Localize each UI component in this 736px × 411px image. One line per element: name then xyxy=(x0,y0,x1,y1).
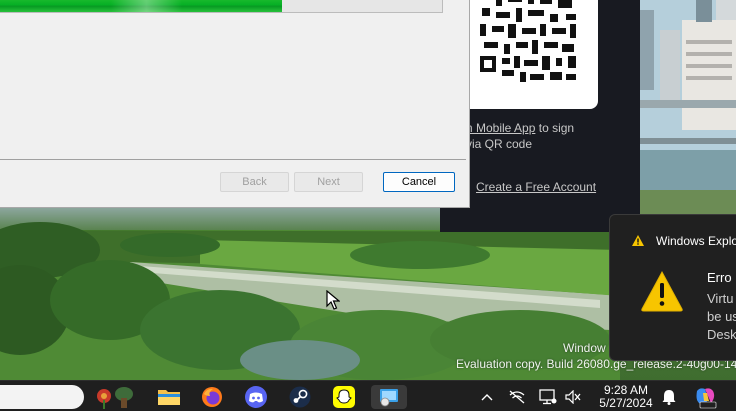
speaker-muted-icon xyxy=(565,390,581,404)
back-button[interactable]: Back xyxy=(220,172,289,192)
tray-display-icon[interactable] xyxy=(539,389,557,405)
windows-watermark: Window xyxy=(563,341,606,355)
taskbar-search-box[interactable] xyxy=(0,385,84,409)
chevron-up-icon xyxy=(481,394,493,401)
taskbar-firefox[interactable] xyxy=(199,385,225,409)
warning-small-icon xyxy=(632,235,644,246)
dialog-divider xyxy=(0,159,466,160)
snapchat-icon xyxy=(333,386,355,408)
installer-dialog: Back Next Cancel xyxy=(0,0,470,208)
remote-desktop-icon xyxy=(380,389,398,407)
folder-icon xyxy=(158,390,180,405)
via-qr-code-text: via QR code xyxy=(466,137,533,151)
create-account-link[interactable]: Create a Free Account xyxy=(476,180,596,194)
warning-icon xyxy=(641,270,683,312)
steam-icon xyxy=(289,386,311,408)
bell-icon xyxy=(662,390,676,405)
search-highlight-icon xyxy=(97,387,133,409)
error-notification[interactable]: Windows Explo Erro Virtu be us Desk xyxy=(609,214,736,361)
tray-network-off-icon[interactable] xyxy=(508,389,526,405)
mouse-pointer-icon xyxy=(326,290,340,310)
progress-fill xyxy=(0,0,282,12)
steam-login-panel: am Mobile App to sign via QR code Create… xyxy=(440,0,640,232)
cancel-button[interactable]: Cancel xyxy=(383,172,455,192)
copilot-icon xyxy=(696,388,717,409)
to-sign-text: to sign xyxy=(538,121,575,135)
tray-volume-muted-icon[interactable] xyxy=(564,389,582,405)
qr-code-card xyxy=(452,0,598,109)
taskbar-steam[interactable] xyxy=(287,385,313,409)
next-button[interactable]: Next xyxy=(294,172,363,192)
taskbar-remote-desktop[interactable] xyxy=(371,385,407,409)
discord-icon xyxy=(245,386,267,408)
install-progress-bar xyxy=(0,0,443,13)
notification-title: Erro xyxy=(707,270,732,285)
taskbar-clock[interactable]: 9:28 AM 5/27/2024 xyxy=(598,384,654,410)
notifications-bell-icon[interactable] xyxy=(660,389,678,405)
taskbar-discord[interactable] xyxy=(243,385,269,409)
monitor-icon xyxy=(539,389,557,405)
qr-code-icon xyxy=(468,0,588,86)
taskbar-file-explorer[interactable] xyxy=(156,385,182,409)
show-hidden-icons-chevron-icon[interactable] xyxy=(478,389,496,405)
copilot-pre-icon[interactable] xyxy=(692,385,718,409)
clock-date: 5/27/2024 xyxy=(599,396,653,410)
taskbar-snapchat[interactable] xyxy=(331,385,357,409)
notification-app-name: Windows Explo xyxy=(656,234,736,248)
steam-mobile-app-text: am Mobile App to sign xyxy=(456,120,640,136)
notification-body: Virtu be us Desk xyxy=(707,291,736,342)
wifi-off-icon xyxy=(509,390,525,404)
firefox-icon xyxy=(202,387,222,407)
taskbar: 9:28 AM 5/27/2024 xyxy=(0,380,736,411)
